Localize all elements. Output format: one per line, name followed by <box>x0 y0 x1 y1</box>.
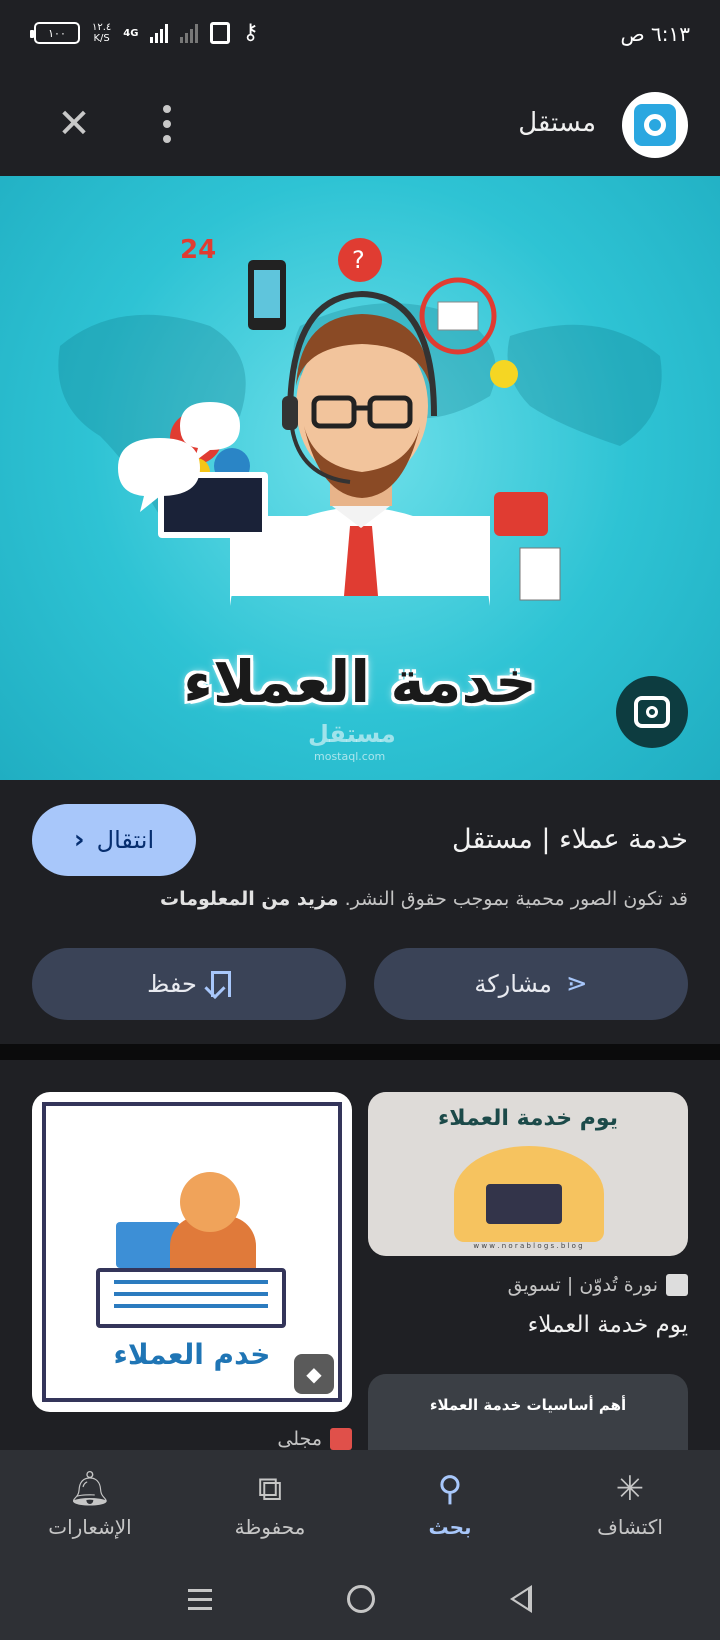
battery-level: ١٠٠ <box>48 26 66 40</box>
hero-watermark-url: mostaql.com <box>314 750 386 763</box>
related-source-name: مجلى <box>277 1428 322 1450</box>
collections-icon: ⧉ <box>257 1469 283 1509</box>
thumb-monitor <box>486 1184 562 1224</box>
share-icon: ⋖ <box>565 969 588 999</box>
share-button[interactable]: ⋖ مشاركة <box>374 948 688 1020</box>
top-app-bar: ✕ مستقل <box>0 72 720 176</box>
more-info-link[interactable]: مزيد من المعلومات <box>160 888 339 910</box>
signal-2-icon <box>180 23 199 43</box>
nav-search[interactable]: ⚲ بحث <box>360 1450 540 1558</box>
related-source[interactable]: مجلى <box>32 1428 352 1450</box>
status-icons: ١٠٠ ١٢.٤ K/S 4G ⚷ <box>30 20 259 45</box>
network-speed-unit: K/S <box>93 33 110 44</box>
nav-notifications-label: الإشعارات <box>48 1515 132 1539</box>
source-favicon-icon <box>330 1428 352 1450</box>
visit-button-label: انتقال <box>96 826 155 854</box>
thumb-url: w w w . n o r a b l o g s . b l o g <box>473 1242 583 1250</box>
thumb-speech-bubble <box>96 1268 286 1328</box>
copyright-notice: قد تكون الصور محمية بموجب حقوق النشر. مز… <box>160 888 688 910</box>
share-button-label: مشاركة <box>474 970 552 998</box>
source-favicon-icon <box>666 1274 688 1296</box>
bookmark-icon <box>210 971 231 997</box>
status-time: ٦:١٣ ص <box>620 22 690 46</box>
nav-saved[interactable]: ⧉ محفوظة <box>180 1450 360 1558</box>
visit-button[interactable]: انتقال ‹ <box>32 804 196 876</box>
search-icon: ⚲ <box>437 1469 463 1509</box>
save-button-label: حفظ <box>147 970 197 998</box>
signal-icon <box>150 23 169 43</box>
thumb-title: يوم خدمة العملاء <box>438 1106 618 1131</box>
bell-icon: 🔔︎ <box>68 1469 112 1509</box>
network-speed-value: ١٢.٤ <box>92 22 112 33</box>
hero-watermark: مستقل <box>308 720 396 748</box>
close-icon[interactable]: ✕ <box>52 102 96 146</box>
key-icon: ⚷ <box>242 20 259 45</box>
nav-search-label: بحث <box>428 1515 472 1539</box>
site-name[interactable]: مستقل <box>518 108 596 138</box>
recents-icon[interactable] <box>187 1588 212 1610</box>
svg-text:?: ? <box>352 246 365 274</box>
status-bar: ١٠٠ ١٢.٤ K/S 4G ⚷ ٦:١٣ ص <box>0 0 720 72</box>
hero-caption: خدمة العملاء <box>183 648 537 716</box>
thumb-person-head <box>180 1172 240 1232</box>
svg-text:24: 24 <box>180 235 216 265</box>
system-navigation-bar <box>0 1558 720 1640</box>
nav-discover-label: اكتشاف <box>597 1515 663 1539</box>
related-title[interactable]: يوم خدمة العملاء <box>528 1312 688 1338</box>
related-source-name: نورة تُدوّن | تسويق <box>507 1274 658 1296</box>
lens-icon <box>634 696 670 728</box>
preview-image[interactable]: ? 24 خدمة العملاء مستقل mostaql.com <box>0 176 720 780</box>
nav-discover[interactable]: ✳ اكتشاف <box>540 1450 720 1558</box>
vibrate-icon <box>210 22 231 44</box>
save-button[interactable]: حفظ <box>32 948 346 1020</box>
bottom-navigation: ✳ اكتشاف ⚲ بحث ⧉ محفوظة 🔔︎ الإشعارات <box>0 1450 720 1558</box>
home-icon[interactable] <box>346 1585 375 1613</box>
more-options-icon[interactable] <box>152 102 182 146</box>
image-title[interactable]: خدمة عملاء | مستقل <box>452 824 688 855</box>
image-info-panel: خدمة عملاء | مستقل انتقال ‹ قد تكون الصو… <box>0 780 720 1044</box>
nav-notifications[interactable]: 🔔︎ الإشعارات <box>0 1450 180 1558</box>
related-image-thumb[interactable]: أهم أساسيات خدمة العملاء <box>368 1374 688 1450</box>
copyright-text: قد تكون الصور محمية بموجب حقوق النشر. <box>344 888 688 910</box>
network-speed: ١٢.٤ K/S <box>92 22 111 44</box>
related-image-thumb[interactable]: خدم العملاء ◆ <box>32 1092 352 1412</box>
site-logo[interactable] <box>622 92 688 158</box>
related-images: يوم خدمة العملاء w w w . n o r a b l o g… <box>0 1060 720 1450</box>
section-divider <box>0 1044 720 1060</box>
battery-icon: ١٠٠ <box>30 22 80 44</box>
chevron-left-icon: ‹ <box>73 825 85 855</box>
related-source[interactable]: نورة تُدوّن | تسويق <box>508 1274 688 1296</box>
nav-saved-label: محفوظة <box>234 1515 306 1539</box>
tag-icon[interactable]: ◆ <box>294 1354 334 1394</box>
related-image-thumb[interactable]: يوم خدمة العملاء w w w . n o r a b l o g… <box>368 1092 688 1256</box>
asterisk-icon: ✳ <box>615 1469 645 1509</box>
back-icon[interactable] <box>510 1585 533 1613</box>
thumb-title: أهم أساسيات خدمة العملاء <box>429 1396 627 1414</box>
network-type: 4G <box>123 27 139 39</box>
google-lens-button[interactable] <box>616 676 688 748</box>
